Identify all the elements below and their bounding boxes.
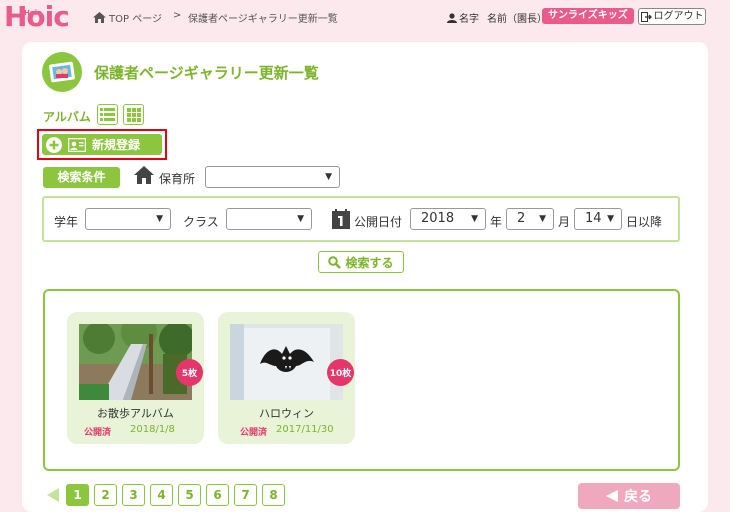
dropdown-arrow-icon: ▼ [539, 214, 546, 224]
new-register-highlight: 新規登録 [37, 129, 167, 160]
grade-label: 学年 [54, 215, 79, 229]
dropdown-arrow-icon: ▼ [607, 214, 614, 224]
list-icon [100, 108, 115, 121]
plus-circle-icon [46, 136, 62, 153]
album-date: 2018/1/8 [130, 424, 175, 435]
new-register-button[interactable]: 新規登録 [42, 134, 162, 155]
logo[interactable]: Hoic Hoic [4, 2, 70, 32]
year-select[interactable]: 2018 ▼ [410, 208, 486, 230]
dropdown-arrow-icon: ▼ [325, 172, 332, 182]
facility-filter-label: 保育所 [159, 172, 196, 186]
class-select[interactable]: ▼ [226, 208, 312, 230]
dropdown-arrow-icon: ▼ [471, 214, 478, 224]
calendar-icon [332, 209, 350, 229]
back-button-label: 戻る [624, 489, 652, 505]
back-arrow-icon [606, 490, 618, 502]
magnifier-icon [328, 255, 342, 269]
facility-button[interactable]: サンライズキッズ [542, 8, 634, 24]
page-button-8[interactable]: 8 [262, 484, 285, 506]
album-thumbnail [230, 324, 343, 400]
day-unit: 日以降 [626, 215, 663, 229]
page-button-6[interactable]: 6 [206, 484, 229, 506]
day-select-value: 14 [585, 211, 602, 226]
photo-count-badge: 10枚 [327, 359, 354, 386]
album-status: 公開済 [240, 428, 268, 438]
grid-icon [126, 107, 141, 122]
album-card[interactable]: 5枚 お散歩アルバム 公開済 2018/1/8 [67, 312, 204, 444]
back-button[interactable]: 戻る [578, 483, 680, 509]
pagination: 1 2 3 4 5 6 7 8 [47, 484, 285, 506]
page-title: 保護者ページギャラリー更新一覧 [94, 64, 319, 82]
logout-button[interactable]: ログアウト [638, 8, 706, 25]
user-name-text: 名字 [459, 14, 479, 25]
facility-select[interactable]: ▼ [205, 166, 340, 188]
user-icon [447, 12, 457, 23]
logo-small-text: Hoic [24, 9, 42, 17]
page-button-3[interactable]: 3 [122, 484, 145, 506]
day-select[interactable]: 14 ▼ [574, 208, 622, 230]
month-select-value: 2 [517, 211, 526, 226]
search-condition-tag: 検索条件 [43, 167, 120, 188]
album-thumbnail [79, 324, 192, 400]
breadcrumb-separator: > [173, 10, 182, 21]
user-name: 名字 [447, 10, 479, 25]
logout-icon [640, 11, 652, 22]
publish-date-label: 公開日付 [354, 215, 403, 229]
page-button-7[interactable]: 7 [234, 484, 257, 506]
grid-view-button[interactable] [123, 104, 144, 125]
page-button-1[interactable]: 1 [66, 484, 89, 506]
album-date: 2017/11/30 [276, 424, 334, 435]
header: Hoic Hoic TOP ページ > 保護者ページギャラリー更新一覧 名字 名… [0, 0, 730, 36]
month-unit: 月 [558, 215, 571, 229]
month-select[interactable]: 2 ▼ [506, 208, 554, 230]
photo-card-icon [68, 137, 86, 152]
home-icon [93, 12, 106, 23]
logout-label: ログアウト [653, 11, 704, 22]
dropdown-arrow-icon: ▼ [297, 214, 304, 224]
search-button-label: 検索する [345, 255, 394, 270]
photo-count-badge: 5枚 [176, 359, 203, 386]
facility-home-icon [134, 166, 154, 184]
breadcrumb-home-label: TOP ページ [109, 14, 162, 25]
breadcrumb-current: 保護者ページギャラリー更新一覧 [188, 14, 338, 25]
page-button-4[interactable]: 4 [150, 484, 173, 506]
dropdown-arrow-icon: ▼ [156, 214, 163, 224]
new-register-label: 新規登録 [92, 138, 141, 152]
user-role: 名前（園長） [487, 14, 547, 25]
breadcrumb-home[interactable]: TOP ページ [93, 10, 162, 25]
album-name: お散歩アルバム [97, 407, 174, 420]
search-button[interactable]: 検索する [318, 251, 404, 273]
class-label: クラス [183, 215, 219, 229]
album-name: ハロウィン [259, 407, 314, 420]
grade-select[interactable]: ▼ [85, 208, 171, 230]
album-label: アルバム [43, 110, 91, 124]
gallery-icon [42, 52, 82, 92]
year-select-value: 2018 [421, 211, 455, 226]
page-button-2[interactable]: 2 [94, 484, 117, 506]
year-unit: 年 [490, 215, 503, 229]
page-button-5[interactable]: 5 [178, 484, 201, 506]
album-status: 公開済 [84, 428, 112, 438]
list-view-button[interactable] [97, 104, 118, 125]
album-card[interactable]: 10枚 ハロウィン 公開済 2017/11/30 [218, 312, 355, 444]
